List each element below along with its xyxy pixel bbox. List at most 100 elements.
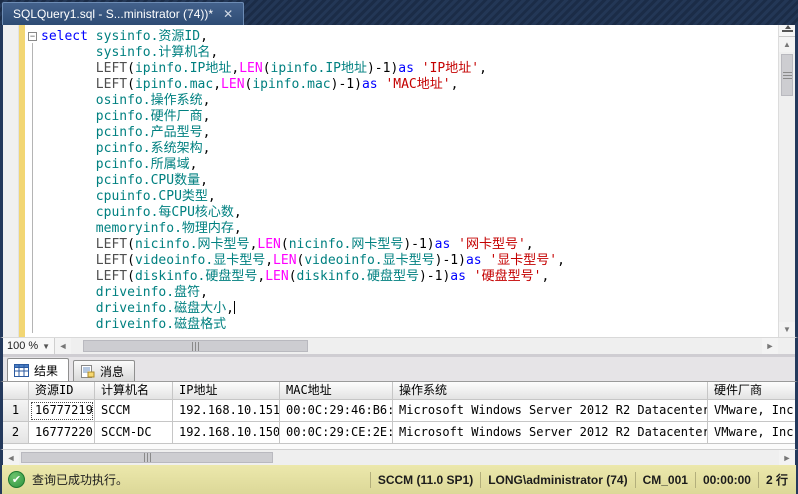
grid-body: 1 16777219 SCCM 192.168.10.151 00:0C:29:46:B… (3, 400, 795, 444)
code-line[interactable]: sysinfo.计算机名, (25, 45, 778, 61)
status-separator (634, 471, 636, 488)
grid-cell[interactable]: VMware, Inc. (708, 422, 795, 444)
fold-collapse-icon[interactable]: − (28, 32, 37, 41)
success-check-icon: ✔ (8, 471, 25, 488)
split-editor-handle[interactable] (779, 24, 795, 37)
grid-cell[interactable]: 00:0C:29:CE:2E:E5 (280, 422, 393, 444)
grid-cell[interactable]: Microsoft Windows Server 2012 R2 Datacen… (393, 400, 708, 422)
grid-header-row: 资源ID 计算机名 IP地址 MAC地址 操作系统 硬件厂商 (3, 382, 795, 400)
fold-guide-line (32, 43, 33, 333)
zoom-level-value: 100 % (7, 340, 39, 352)
grid-column-header[interactable]: 资源ID (29, 382, 95, 400)
status-database: CM_001 (642, 472, 688, 487)
status-bar: ✔ 查询已成功执行。 SCCM (11.0 SP1) LONG\administ… (0, 465, 798, 494)
code-line[interactable]: osinfo.操作系统, (25, 93, 778, 109)
code-line[interactable]: LEFT(ipinfo.IP地址,LEN(ipinfo.IP地址)-1)as '… (25, 61, 778, 77)
editor-horizontal-scroll-track[interactable] (71, 338, 762, 354)
grid-scroll-track[interactable] (19, 450, 779, 465)
grid-column-header[interactable]: 硬件厂商 (708, 382, 795, 400)
scrollbar-corner (778, 338, 795, 354)
status-separator (757, 471, 759, 488)
status-separator (480, 471, 482, 488)
scroll-right-icon[interactable]: ► (779, 450, 795, 465)
scroll-right-icon[interactable]: ► (762, 338, 778, 354)
status-server: SCCM (11.0 SP1) (377, 472, 474, 487)
scroll-up-icon[interactable]: ▲ (779, 37, 795, 52)
scroll-down-icon[interactable]: ▼ (779, 322, 795, 337)
code-area[interactable]: − select sysinfo.资源ID, sysinfo.计算机名, LEF… (25, 25, 778, 337)
results-grid-icon (14, 363, 29, 377)
code-line[interactable]: pcinfo.产品型号, (25, 125, 778, 141)
grid-column-header[interactable]: 计算机名 (95, 382, 173, 400)
zoom-level-select[interactable]: 100 % ▼ (3, 338, 55, 354)
code-line[interactable]: LEFT(diskinfo.硬盘型号,LEN(diskinfo.硬盘型号)-1)… (25, 269, 778, 285)
grid-cell[interactable]: VMware, Inc. (708, 400, 795, 422)
grid-column-header[interactable]: MAC地址 (280, 382, 393, 400)
grid-cell[interactable]: 16777219 (29, 400, 95, 422)
grid-row: 2 16777220 SCCM-DC 192.168.10.150 00:0C:29:C… (3, 422, 795, 444)
code-line[interactable]: pcinfo.系统架构, (25, 141, 778, 157)
sql-editor: − select sysinfo.资源ID, sysinfo.计算机名, LEF… (0, 24, 798, 337)
grid-corner-cell[interactable] (3, 382, 29, 400)
status-separator (694, 471, 696, 488)
messages-icon (81, 364, 95, 378)
vertical-scroll-track[interactable] (779, 98, 795, 322)
split-icon (781, 24, 793, 35)
grid-cell[interactable]: 00:0C:29:46:B6:C1 (280, 400, 393, 422)
grid-column-header[interactable]: 操作系统 (393, 382, 708, 400)
code-line[interactable]: driveinfo.磁盘大小, (25, 301, 778, 317)
editor-bottom-bar: 100 % ▼ ◄ ► (0, 337, 798, 354)
text-caret (233, 301, 235, 314)
grid-scroll-thumb[interactable] (21, 452, 273, 463)
editor-gutter (3, 25, 19, 337)
status-exec-time: 00:00:00 (702, 472, 751, 487)
editor-horizontal-scroll-thumb[interactable] (83, 340, 308, 352)
code-line[interactable]: LEFT(nicinfo.网卡型号,LEN(nicinfo.网卡型号)-1)as… (25, 237, 778, 253)
chevron-down-icon: ▼ (42, 341, 50, 351)
code-line[interactable]: driveinfo.盘符, (25, 285, 778, 301)
code-line[interactable]: cpuinfo.CPU类型, (25, 189, 778, 205)
code-line[interactable]: pcinfo.硬件厂商, (25, 109, 778, 125)
row-selector[interactable]: 2 (3, 422, 29, 444)
code-line[interactable]: LEFT(videoinfo.显卡型号,LEN(videoinfo.显卡型号)-… (25, 253, 778, 269)
document-tab[interactable]: SQLQuery1.sql - S...ministrator (74))* ✕ (2, 2, 245, 25)
grid-column-header[interactable]: IP地址 (173, 382, 280, 400)
grid-row: 1 16777219 SCCM 192.168.10.151 00:0C:29:46:B… (3, 400, 795, 422)
grid-cell[interactable]: 192.168.10.151 (173, 400, 280, 422)
grid-cell[interactable]: 192.168.10.150 (173, 422, 280, 444)
vertical-scroll-thumb[interactable] (781, 54, 793, 96)
code-line[interactable]: select sysinfo.资源ID, (25, 29, 778, 45)
scroll-left-icon[interactable]: ◄ (55, 338, 71, 354)
tab-results[interactable]: 结果 (7, 358, 70, 381)
document-tabstrip: SQLQuery1.sql - S...ministrator (74))* ✕ (0, 0, 798, 25)
close-icon[interactable]: ✕ (221, 7, 235, 21)
editor-vertical-scrollbar[interactable]: ▲ ▼ (778, 24, 795, 337)
code-line[interactable]: pcinfo.CPU数量, (25, 173, 778, 189)
tab-messages-label: 消息 (100, 364, 125, 379)
document-tab-title: SQLQuery1.sql - S...ministrator (74))* (13, 7, 214, 21)
status-user: LONG\administrator (74) (488, 472, 628, 487)
code-line[interactable]: pcinfo.所属域, (25, 157, 778, 173)
ssms-window: SQLQuery1.sql - S...ministrator (74))* ✕… (0, 0, 798, 494)
grid-cell[interactable]: SCCM (95, 400, 173, 422)
code-line[interactable]: memoryinfo.物理内存, (25, 221, 778, 237)
grid-horizontal-scrollbar[interactable]: ◄ ► (0, 449, 798, 465)
row-selector[interactable]: 1 (3, 400, 29, 422)
code-line[interactable]: cpuinfo.每CPU核心数, (25, 205, 778, 221)
tab-results-label: 结果 (34, 363, 59, 378)
tab-messages[interactable]: 消息 (73, 360, 136, 381)
grid-cell[interactable]: 16777220 (29, 422, 95, 444)
thumb-grip-icon (143, 453, 151, 462)
status-separator (369, 471, 371, 488)
code-line[interactable]: driveinfo.磁盘格式 (25, 317, 778, 333)
status-row-count: 2 行 (765, 473, 788, 487)
thumb-grip-icon (192, 341, 199, 351)
results-tabstrip: 结果 消息 (0, 357, 798, 381)
status-message: 查询已成功执行。 (32, 473, 129, 487)
thumb-grip-icon (782, 71, 792, 79)
code-line[interactable]: LEFT(ipinfo.mac,LEN(ipinfo.mac)-1)as 'MA… (25, 77, 778, 93)
results-grid: 资源ID 计算机名 IP地址 MAC地址 操作系统 硬件厂商 1 16777219 SCCM 1… (0, 381, 798, 449)
grid-cell[interactable]: SCCM-DC (95, 422, 173, 444)
scroll-left-icon[interactable]: ◄ (3, 450, 19, 465)
grid-cell[interactable]: Microsoft Windows Server 2012 R2 Datacen… (393, 422, 708, 444)
